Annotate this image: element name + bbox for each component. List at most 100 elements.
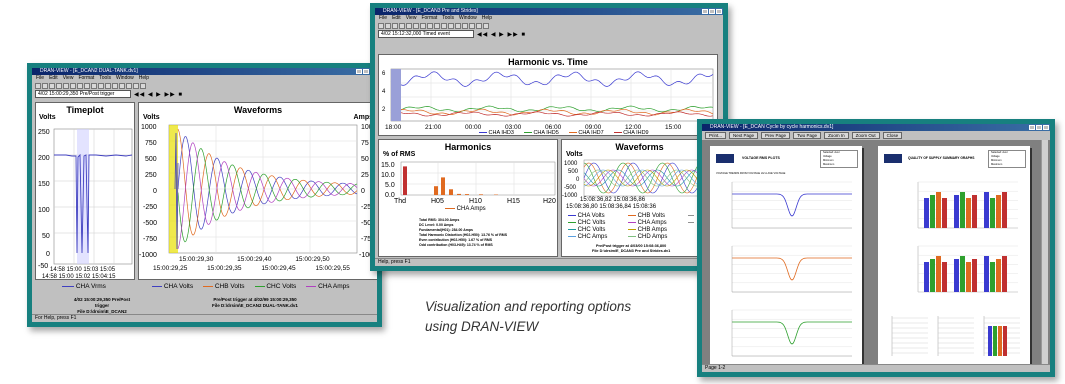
quality-bar [942,262,947,292]
quality-bar-small [1003,326,1007,356]
save-icon[interactable] [49,83,55,89]
cursor-icon[interactable] [441,23,447,29]
print-icon[interactable] [406,23,412,29]
menu-edit[interactable]: Edit [392,15,401,22]
vertical-scrollbar[interactable] [1041,140,1048,365]
playback-controls[interactable]: ◀◀ ◀ ▶ ▶▶ ■ [134,91,183,98]
report-icon[interactable] [476,23,482,29]
save-icon[interactable] [392,23,398,29]
minimize-button[interactable] [702,9,708,14]
window-icon[interactable] [126,83,132,89]
print-button[interactable]: Print... [705,132,727,139]
harmonics-stats: Total RMS: 304.00 Amps DC Level: 0.00 Am… [419,218,507,248]
menu-window[interactable]: Window [459,15,477,22]
quality-bar [990,262,995,292]
window-title-bar[interactable]: DRAN-VIEW - [E_DCAN Cycle by cycle harmo… [702,124,1050,131]
menu-file[interactable]: File [379,15,387,22]
timeplot-pane: Timeplot Volts 250 200 150 100 50 0 -50 … [35,102,135,280]
window-icon[interactable] [469,23,475,29]
maximize-button[interactable] [363,69,369,74]
event-combo[interactable]: 4/02 15:00:29,350 Pre/Post trigger [35,90,131,98]
grid-icon[interactable] [462,23,468,29]
zoom-out-icon[interactable] [434,23,440,29]
legend-chb-volts: CHB Volts [637,213,666,219]
legend-item: CHB Volts [628,213,688,220]
menu-tools[interactable]: Tools [442,15,454,22]
preview-toolbar: Print... Next Page Prev Page Two Page Zo… [702,131,1050,140]
chart-icon[interactable] [105,83,111,89]
legend-item: CHB Amps [628,227,688,234]
close-button[interactable] [1043,125,1049,130]
report-icon[interactable] [133,83,139,89]
event-combo[interactable]: 4/02 15:12:32,000 Timed event [378,30,474,38]
open-icon[interactable] [42,83,48,89]
new-icon[interactable] [35,83,41,89]
tick-0: 0 [46,251,50,258]
tick-right-75: 75 [361,140,369,147]
zoom-icon[interactable] [84,83,90,89]
harmonic-time-legend: CHA IHD3 CHA IHD5 CHA IHD7 CHA IHD9 [479,130,649,136]
tick-right-0: 0 [361,188,365,195]
playback-controls[interactable]: ◀◀ ◀ ▶ ▶▶ ■ [477,31,526,38]
ytick: 10.0 [381,172,395,179]
maximize-button[interactable] [1036,125,1042,130]
table-icon[interactable] [455,23,461,29]
help-icon[interactable] [140,83,146,89]
legend-chd-volts: CHC Volts [577,227,606,233]
window-title-bar[interactable]: DRAN-VIEW - [E_DCAN3 Pre and Strides] [375,8,723,15]
chart-icon[interactable] [448,23,454,29]
menu-file[interactable]: File [36,75,44,82]
menu-format[interactable]: Format [78,75,94,82]
ytick: -500 [564,185,577,191]
menu-view[interactable]: View [406,15,417,22]
harmonic-time-chart: 6 4 2 18:00 21:00 00:00 03:00 06:00 09:0… [382,68,714,131]
new-icon[interactable] [378,23,384,29]
paste-icon[interactable] [420,23,426,29]
zoom-out-button[interactable]: Zoom Out [851,132,880,139]
legend-chc-volts: CHC Volts [577,220,606,226]
minimize-button[interactable] [1029,125,1035,130]
close-button[interactable] [716,9,722,14]
table-icon[interactable] [112,83,118,89]
legend-cha-amps: CHA Amps [456,206,486,212]
menu-window[interactable]: Window [116,75,134,82]
legend-item: CHA IHD9 [613,130,649,136]
grid-icon[interactable] [119,83,125,89]
zoom-icon[interactable] [427,23,433,29]
tick-200: 200 [38,155,50,162]
menu-format[interactable]: Format [421,15,437,22]
ytick: 4 [382,89,386,95]
next-page-button[interactable]: Next Page [729,132,759,139]
legend-item: CHB Volts [203,283,245,290]
minimize-button[interactable] [356,69,362,74]
menu-help[interactable]: Help [139,75,149,82]
harmonic-bar [457,193,461,195]
tick-left-minus500: -500 [143,220,157,227]
cursor-icon[interactable] [98,83,104,89]
copy-icon[interactable] [413,23,419,29]
menu-help[interactable]: Help [482,15,492,22]
zoom-in-button[interactable]: Zoom In [824,132,849,139]
help-icon[interactable] [483,23,489,29]
save-icon[interactable] [56,83,62,89]
waveforms-footer: Pre/Post trigger at 4/02/99 15:00:29,350… [212,297,298,309]
xtick: 15:00:29,55 [315,265,350,272]
two-page-button[interactable]: Two Page [793,132,822,139]
copy-icon[interactable] [70,83,76,89]
menu-tools[interactable]: Tools [99,75,111,82]
paste-icon[interactable] [77,83,83,89]
save-icon[interactable] [399,23,405,29]
close-preview-button[interactable]: Close [882,132,903,139]
zoom-out-icon[interactable] [91,83,97,89]
menu-edit[interactable]: Edit [49,75,58,82]
wave-xticks-bottom: 15:00:29,25 15:00:29,35 15:00:29,45 15:0… [153,265,350,272]
open-icon[interactable] [385,23,391,29]
prev-page-button[interactable]: Prev Page [761,132,791,139]
window-title-bar[interactable]: DRAN-VIEW - [E_DCAN2 DUAL-TANK.dv1] [32,68,377,75]
print-icon[interactable] [63,83,69,89]
waveforms-pane: Waveforms Volts Amps 1000 750 500 250 0 … [138,102,377,280]
maximize-button[interactable] [709,9,715,14]
menu-view[interactable]: View [63,75,74,82]
legend-cha-ihd9: CHA IHD9 [623,130,649,136]
tick-left-750: 750 [145,140,157,147]
